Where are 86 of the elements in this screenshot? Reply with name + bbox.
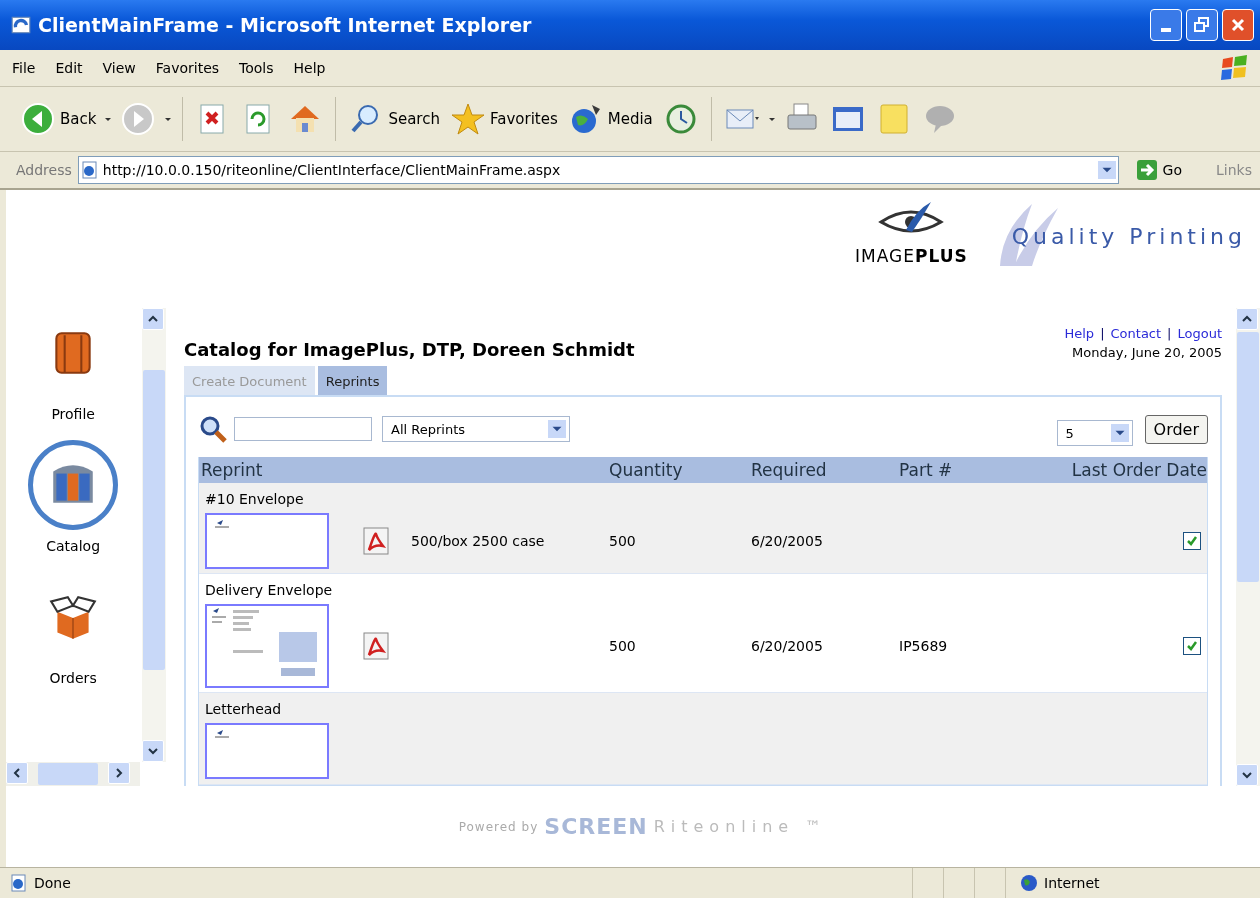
checkmark-icon: [1186, 640, 1198, 652]
scroll-up-button[interactable]: [1236, 308, 1258, 330]
address-label: Address: [16, 162, 72, 178]
header-link[interactable]: Logout: [1177, 326, 1222, 341]
reprint-name: Delivery Envelope: [205, 582, 334, 598]
arrow-icon: [1136, 160, 1157, 180]
document-thumbnail[interactable]: [205, 723, 329, 779]
scroll-left-button[interactable]: [6, 762, 28, 784]
menu-item[interactable]: Favorites: [155, 60, 220, 76]
scroll-right-button[interactable]: [108, 762, 130, 784]
powered-by-text: Powered by: [458, 819, 539, 834]
header-link[interactable]: Help: [1064, 326, 1095, 341]
product-name: Riteonline ™: [653, 817, 828, 836]
favorites-button[interactable]: Favorites: [447, 99, 560, 139]
address-field[interactable]: http://10.0.0.150/riteonline/ClientInterface/ClientMainFrame.aspx: [77, 156, 1119, 184]
checkmark-icon: [1186, 535, 1198, 547]
category-dropdown[interactable]: All Reprints: [382, 416, 570, 442]
media-button[interactable]: Media: [565, 99, 655, 139]
go-button[interactable]: Go: [1130, 159, 1189, 181]
table-cell: 6/20/2005: [751, 533, 823, 549]
window-title: ClientMainFrame - Microsoft Internet Explorer: [38, 14, 533, 36]
nav-item[interactable]: Orders: [28, 572, 119, 686]
vertical-scrollbar[interactable]: [1236, 308, 1260, 786]
star-icon: [449, 101, 486, 137]
scroll-thumb[interactable]: [1237, 332, 1259, 582]
table-cell: 500: [609, 533, 636, 549]
scroll-down-button[interactable]: [1236, 764, 1258, 786]
menu-item[interactable]: Help: [293, 60, 326, 76]
vertical-scrollbar[interactable]: [142, 308, 166, 762]
column-header: Quantity: [609, 460, 684, 480]
minimize-button[interactable]: [1150, 9, 1182, 41]
scroll-down-button[interactable]: [142, 740, 165, 762]
restore-button[interactable]: [1186, 9, 1218, 41]
screen-logo-text: SCREEN: [544, 814, 648, 839]
page-icon: [80, 161, 99, 179]
close-button[interactable]: [1222, 9, 1254, 41]
zone-text: Internet: [1044, 875, 1100, 891]
menu-item[interactable]: Edit: [55, 60, 83, 76]
tagline: Quality Printing: [1011, 224, 1246, 249]
dropdown-arrow-icon[interactable]: [164, 115, 173, 123]
page-icon: [10, 874, 28, 892]
link-separator: |: [1100, 326, 1105, 341]
checkbox[interactable]: [1183, 637, 1201, 655]
pdf-icon[interactable]: [361, 631, 391, 661]
table-cell: 6/20/2005: [751, 638, 823, 654]
horizontal-scrollbar[interactable]: [6, 762, 141, 786]
checkbox[interactable]: [1183, 532, 1201, 550]
date-text: Monday, June 20, 2005: [1072, 345, 1222, 360]
column-header: Last Order Date: [1070, 460, 1207, 480]
document-thumbnail[interactable]: [205, 513, 329, 569]
document-thumbnail[interactable]: [205, 604, 329, 688]
pdf-icon[interactable]: [361, 526, 391, 556]
dropdown-arrow-icon[interactable]: [104, 115, 113, 123]
menu-item[interactable]: Tools: [239, 60, 274, 76]
column-header: Part #: [899, 460, 954, 480]
table-cell: 500/box 2500 case: [411, 533, 545, 549]
menu-item[interactable]: View: [102, 60, 136, 76]
table-cell: 500: [609, 638, 636, 654]
page-title: Catalog for ImagePlus, DTP, Doreen Schmidt: [184, 339, 635, 360]
reprint-name: #10 Envelope: [205, 491, 305, 507]
tab[interactable]: Reprints: [317, 366, 388, 395]
scroll-up-button[interactable]: [142, 308, 165, 330]
minimize-icon: [1161, 28, 1171, 32]
column-header: Required: [751, 460, 828, 480]
order-button[interactable]: Order: [1144, 414, 1208, 444]
column-header: Reprint: [200, 460, 264, 480]
scroll-thumb[interactable]: [38, 763, 98, 785]
nav-item[interactable]: Profile: [28, 308, 119, 422]
windows-logo-icon: [1220, 53, 1250, 83]
scroll-thumb[interactable]: [143, 370, 165, 670]
status-text: Done: [34, 875, 71, 891]
globe-icon: [1020, 874, 1038, 892]
count-dropdown[interactable]: 5: [1056, 420, 1133, 446]
search-icon: [198, 414, 228, 444]
browser-icon: [10, 14, 32, 36]
back-button[interactable]: Back: [18, 99, 99, 139]
table-cell: IP5689: [899, 638, 948, 654]
restore-icon: [1192, 15, 1212, 35]
link-separator: |: [1167, 326, 1172, 341]
logo-text: IMAGEPLUS: [855, 246, 968, 266]
reprint-name: Letterhead: [205, 701, 283, 717]
dropdown-arrow-icon[interactable]: [767, 115, 776, 123]
header-link[interactable]: Contact: [1110, 326, 1162, 341]
search-field[interactable]: [234, 417, 372, 441]
search-button[interactable]: Search: [346, 99, 442, 139]
menu-item[interactable]: File: [12, 60, 36, 76]
